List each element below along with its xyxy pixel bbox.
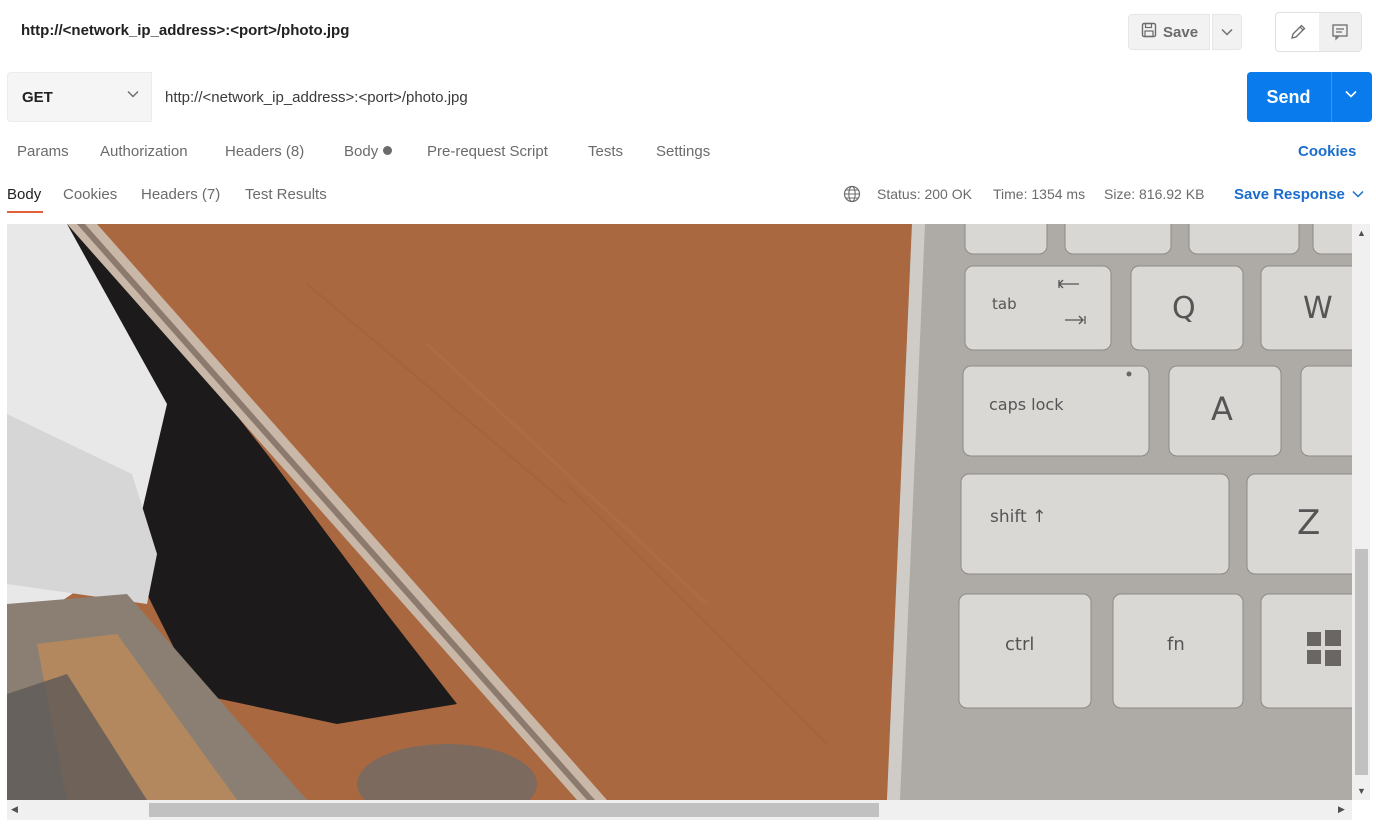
- save-button[interactable]: Save: [1128, 14, 1210, 50]
- status-label: Status:: [877, 186, 921, 202]
- tab-params[interactable]: Params: [17, 143, 69, 160]
- key-row-top: [964, 224, 1352, 255]
- method-value: GET: [22, 88, 53, 106]
- key-shift-label: shift ↑: [990, 507, 1046, 527]
- request-row: GET http://<network_ip_address>:<port>/p…: [7, 72, 1372, 122]
- edit-button[interactable]: [1276, 13, 1319, 51]
- send-label: Send: [1266, 86, 1311, 107]
- request-tabs: Params Authorization Headers (8) Body Pr…: [0, 138, 1376, 166]
- tab-authorization[interactable]: Authorization: [100, 143, 188, 160]
- status-readout[interactable]: Status: 200 OK: [877, 186, 972, 202]
- key-fn-label: fn: [1167, 634, 1185, 655]
- comment-icon: [1332, 24, 1348, 41]
- status-value: 200 OK: [924, 186, 972, 202]
- globe-icon[interactable]: [843, 185, 861, 203]
- pencil-icon: [1290, 24, 1305, 39]
- tab-settings[interactable]: Settings: [656, 143, 710, 160]
- vertical-scroll-thumb[interactable]: [1355, 549, 1368, 775]
- scroll-right-arrow-icon[interactable]: ▶: [1338, 804, 1345, 815]
- view-mode-toggle: [1275, 12, 1362, 52]
- modified-dot-icon: [383, 146, 393, 155]
- size-label: Size:: [1104, 186, 1136, 202]
- response-image-viewer[interactable]: tab Q W caps lock A shift ↑ Z ctrl fn: [7, 224, 1352, 800]
- key-a-label: A: [1211, 390, 1233, 428]
- cookies-link[interactable]: Cookies: [1298, 143, 1356, 160]
- scroll-down-arrow-icon[interactable]: ▼: [1357, 786, 1366, 796]
- time-readout[interactable]: Time: 1354 ms: [993, 186, 1085, 202]
- save-label: Save: [1163, 23, 1199, 41]
- scroll-left-arrow-icon[interactable]: ◀: [11, 804, 18, 815]
- key-q-label: Q: [1172, 291, 1196, 326]
- key-row-tab: [964, 265, 1352, 351]
- tab-tests[interactable]: Tests: [588, 143, 623, 160]
- url-input[interactable]: http://<network_ip_address>:<port>/photo…: [154, 72, 1244, 122]
- key-z-label: Z: [1297, 503, 1320, 543]
- response-tab-headers[interactable]: Headers (7): [141, 186, 220, 203]
- size-value: 816.92 KB: [1139, 186, 1205, 202]
- response-bar: Body Cookies Headers (7) Test Results St…: [0, 178, 1376, 214]
- title-bar: http://<network_ip_address>:<port>/photo…: [0, 0, 1376, 62]
- size-readout[interactable]: Size: 816.92 KB: [1104, 186, 1204, 202]
- response-photo: tab Q W caps lock A shift ↑ Z ctrl fn: [7, 224, 1352, 800]
- horizontal-scrollbar[interactable]: ◀ ▶: [7, 800, 1352, 820]
- send-button[interactable]: Send: [1247, 72, 1372, 122]
- save-options-button[interactable]: [1212, 14, 1242, 50]
- chevron-down-icon: [1221, 29, 1233, 36]
- chevron-down-icon: [127, 91, 139, 98]
- tab-prerequest-script[interactable]: Pre-request Script: [427, 143, 548, 160]
- method-select[interactable]: GET: [7, 72, 152, 122]
- request-title: http://<network_ip_address>:<port>/photo…: [21, 22, 350, 39]
- response-tab-body[interactable]: Body: [7, 186, 41, 203]
- save-icon: [1141, 22, 1157, 42]
- tab-body[interactable]: Body: [344, 143, 393, 160]
- comments-button[interactable]: [1319, 13, 1361, 51]
- chevron-down-icon[interactable]: [1345, 90, 1357, 98]
- active-tab-underline: [7, 211, 43, 213]
- key-caps-label: caps lock: [989, 395, 1064, 414]
- key-tab-label: tab: [992, 295, 1017, 313]
- time-value: 1354 ms: [1031, 186, 1086, 202]
- tab-headers[interactable]: Headers (8): [225, 143, 304, 160]
- scroll-up-arrow-icon[interactable]: ▲: [1357, 228, 1366, 238]
- time-label: Time:: [993, 186, 1028, 202]
- horizontal-scroll-thumb[interactable]: [149, 803, 879, 817]
- save-response-button[interactable]: Save Response: [1234, 186, 1345, 203]
- chevron-down-icon[interactable]: [1352, 190, 1364, 198]
- key-ctrl-label: ctrl: [1005, 634, 1034, 655]
- vertical-scrollbar[interactable]: ▲ ▼: [1352, 224, 1370, 800]
- response-tab-test-results[interactable]: Test Results: [245, 186, 327, 203]
- key-w-label: W: [1303, 291, 1333, 326]
- response-tab-cookies[interactable]: Cookies: [63, 186, 117, 203]
- tab-body-label: Body: [344, 143, 379, 160]
- send-divider: [1331, 72, 1332, 122]
- save-group: Save: [1128, 14, 1242, 50]
